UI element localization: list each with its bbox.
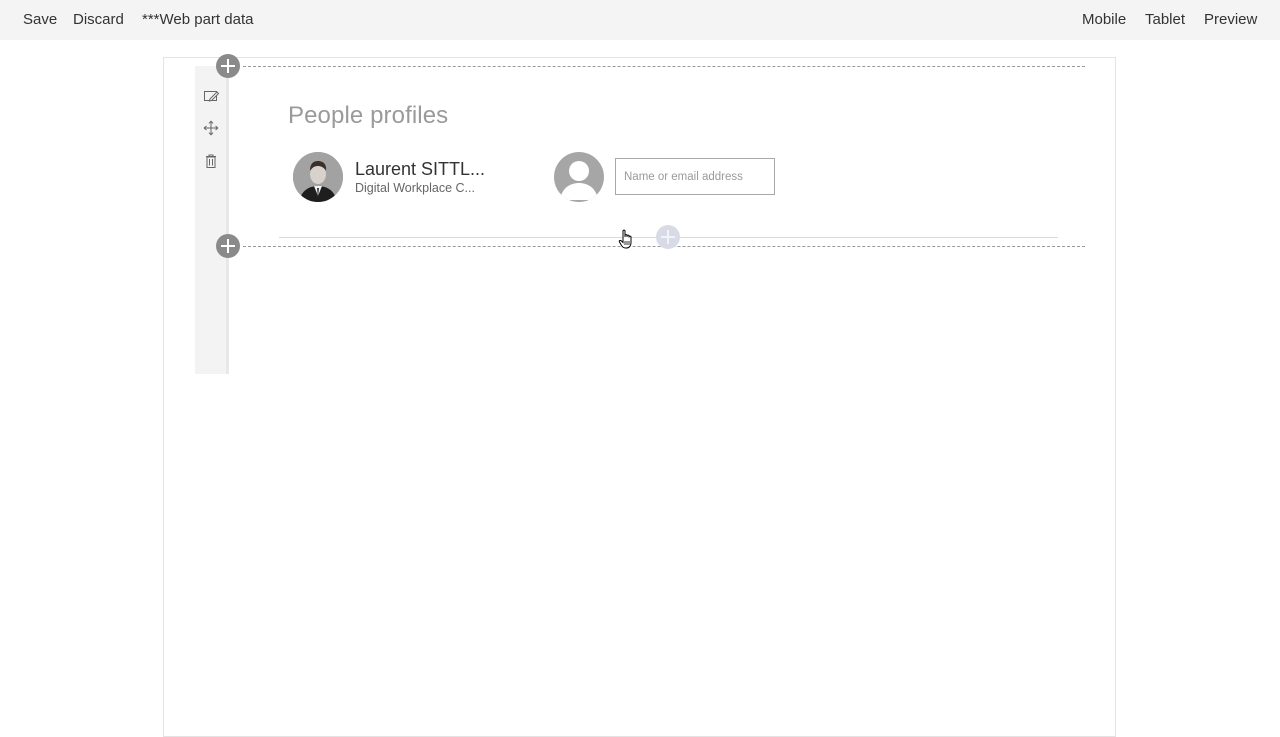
preview-button[interactable]: Preview xyxy=(1204,0,1257,40)
save-button[interactable]: Save xyxy=(23,0,57,40)
section-divider-top xyxy=(243,66,1085,67)
add-section-button-top[interactable] xyxy=(216,54,240,78)
edit-icon[interactable] xyxy=(203,88,219,104)
section-edit-rail xyxy=(195,66,229,374)
hand-cursor-icon xyxy=(618,229,632,249)
discard-button[interactable]: Discard xyxy=(73,0,124,40)
add-webpart-button[interactable] xyxy=(656,225,680,249)
webpart-data-button[interactable]: ***Web part data xyxy=(142,0,253,40)
delete-icon[interactable] xyxy=(203,153,219,169)
person-avatar xyxy=(293,152,343,202)
people-search-input[interactable] xyxy=(615,158,775,195)
tablet-button[interactable]: Tablet xyxy=(1145,0,1185,40)
top-toolbar: Save Discard ***Web part data Mobile Tab… xyxy=(0,0,1280,40)
person-name[interactable]: Laurent SITTL... xyxy=(355,159,485,180)
move-icon[interactable] xyxy=(203,120,219,136)
person-job-title: Digital Workplace C... xyxy=(355,181,475,195)
add-section-button-bottom[interactable] xyxy=(216,234,240,258)
webpart-title[interactable]: People profiles xyxy=(288,102,448,130)
mobile-button[interactable]: Mobile xyxy=(1082,0,1126,40)
placeholder-avatar xyxy=(554,152,604,202)
